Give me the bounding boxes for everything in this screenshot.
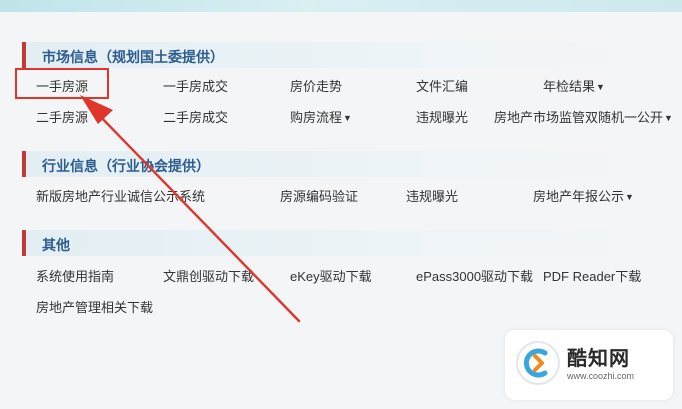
link-label: 二手房源 [36,110,89,125]
link-label: 房地产市场监管双随机一公开 [494,110,664,125]
link-new-house-deals[interactable]: 一手房成交 [163,76,228,95]
link-purchase-process[interactable]: 购房流程▼ [290,107,352,126]
top-banner-strip [0,0,682,12]
link-label: 年检结果 [543,79,596,94]
link-epass3000-driver[interactable]: ePass3000驱动下载 [416,266,533,285]
highlight-box [15,68,109,99]
link-label: 房地产管理相关下载 [36,300,154,315]
section-industry-info: 行业信息（行业协会提供） [22,151,662,177]
link-ekey-driver[interactable]: eKey驱动下载 [290,266,372,285]
section-header: 行业信息（行业协会提供） [22,151,662,177]
link-label: 违规曝光 [416,110,469,125]
watermark-name: 酷知网 [567,348,630,370]
link-pdf-reader[interactable]: PDF Reader下载 [543,266,641,285]
link-label: 文鼎创驱动下载 [163,269,255,284]
caret-down-icon: ▼ [625,192,634,202]
link-label: 房价走势 [290,79,343,94]
caret-down-icon: ▼ [343,113,352,123]
link-label: 房地产年报公示 [533,189,625,204]
caret-down-icon: ▼ [596,82,605,92]
link-label: 一手房成交 [163,79,229,94]
link-label: 系统使用指南 [36,269,115,284]
section-header: 其他 [22,230,662,256]
link-user-guide[interactable]: 系统使用指南 [36,266,114,285]
section-title: 行业信息（行业协会提供） [42,158,210,174]
link-label: 文件汇编 [416,79,469,94]
section-market-info: 市场信息（规划国土委提供） [22,42,662,68]
link-credit-system[interactable]: 新版房地产行业诚信公示系统 [36,186,205,205]
link-label: 购房流程 [290,110,343,125]
link-label: ePass3000驱动下载 [416,269,534,284]
link-label: 二手房成交 [163,110,229,125]
link-label: 违规曝光 [406,189,459,204]
link-market-supervision[interactable]: 房地产市场监管双随机一公开▼ [494,107,673,126]
link-wendingchuang-driver[interactable]: 文鼎创驱动下载 [163,266,254,285]
section-other: 其他 [22,230,662,256]
link-label: 新版房地产行业诚信公示系统 [36,189,206,204]
link-annual-check-results[interactable]: 年检结果▼ [543,76,605,95]
link-second-hand-deals[interactable]: 二手房成交 [163,107,228,126]
link-management-downloads[interactable]: 房地产管理相关下载 [36,297,153,316]
section-title: 市场信息（规划国土委提供） [42,49,224,65]
watermark: 酷知网 www.coozhi.com [505,330,673,400]
link-label: eKey驱动下载 [290,269,372,284]
link-violation-exposure[interactable]: 违规曝光 [416,107,468,126]
section-title: 其他 [42,237,70,253]
link-label: PDF Reader下载 [543,269,642,284]
coozhi-logo-icon [516,341,560,385]
link-annual-report[interactable]: 房地产年报公示▼ [533,186,634,205]
link-listing-code-verify[interactable]: 房源编码验证 [280,186,358,205]
link-label: 房源编码验证 [280,189,359,204]
watermark-url: www.coozhi.com [567,371,635,381]
link-second-hand-listings[interactable]: 二手房源 [36,107,88,126]
section-header: 市场信息（规划国土委提供） [22,42,662,68]
caret-down-icon: ▼ [664,113,673,123]
link-price-trend[interactable]: 房价走势 [290,76,342,95]
link-document-collection[interactable]: 文件汇编 [416,76,468,95]
link-industry-violation-exposure[interactable]: 违规曝光 [406,186,458,205]
